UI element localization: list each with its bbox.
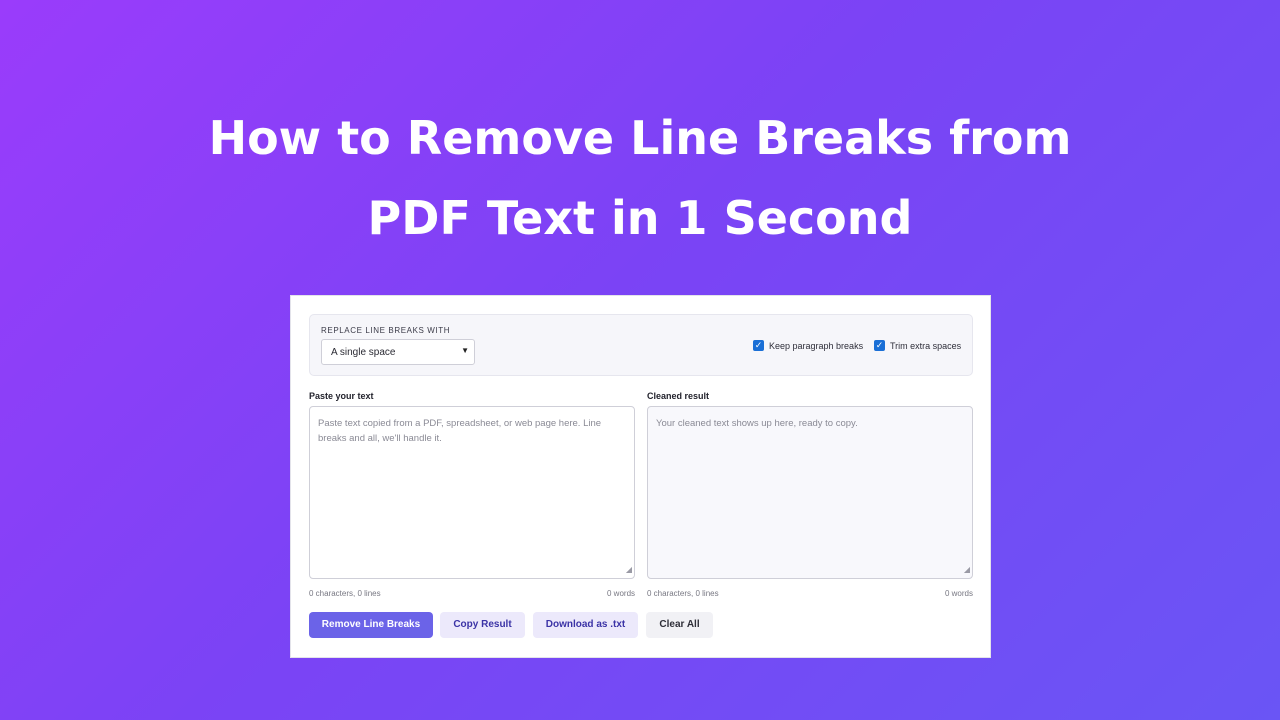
clear-all-button[interactable]: Clear All xyxy=(646,612,713,638)
output-char-count: 0 characters, 0 lines xyxy=(647,589,719,598)
output-textarea[interactable]: Your cleaned text shows up here, ready t… xyxy=(647,406,973,579)
input-char-count: 0 characters, 0 lines xyxy=(309,589,381,598)
chevron-down-icon: ▼ xyxy=(461,346,469,355)
resize-grip-icon[interactable]: ◢ xyxy=(964,562,970,577)
download-txt-button[interactable]: Download as .txt xyxy=(533,612,638,638)
keep-paragraph-label: Keep paragraph breaks xyxy=(769,340,864,351)
replace-select[interactable]: A single space ▼ xyxy=(321,339,475,365)
remove-line-breaks-button[interactable]: Remove Line Breaks xyxy=(309,612,433,638)
replace-select-value: A single space xyxy=(331,347,396,358)
tool-card: REPLACE LINE BREAKS WITH A single space … xyxy=(290,295,991,658)
copy-result-button[interactable]: Copy Result xyxy=(440,612,525,638)
options-panel: REPLACE LINE BREAKS WITH A single space … xyxy=(309,314,973,376)
trim-spaces-label: Trim extra spaces xyxy=(890,340,962,351)
headline: How to Remove Line Breaks from PDF Text … xyxy=(0,98,1280,258)
replace-label: REPLACE LINE BREAKS WITH xyxy=(321,326,451,335)
input-label: Paste your text xyxy=(309,391,374,401)
output-word-count: 0 words xyxy=(944,589,973,598)
input-placeholder: Paste text copied from a PDF, spreadshee… xyxy=(318,418,602,444)
input-word-count: 0 words xyxy=(607,589,636,598)
output-label: Cleaned result xyxy=(647,391,710,401)
keep-paragraph-option[interactable]: ✓ Keep paragraph breaks xyxy=(753,340,863,351)
trim-spaces-option[interactable]: ✓ Trim extra spaces xyxy=(874,340,961,351)
headline-line-2: PDF Text in 1 Second xyxy=(367,191,913,245)
output-placeholder: Your cleaned text shows up here, ready t… xyxy=(656,418,858,429)
trim-spaces-checkbox[interactable]: ✓ xyxy=(874,340,885,351)
headline-line-1: How to Remove Line Breaks from xyxy=(208,111,1072,165)
keep-paragraph-checkbox[interactable]: ✓ xyxy=(753,340,764,351)
input-textarea[interactable]: Paste text copied from a PDF, spreadshee… xyxy=(309,406,635,579)
resize-grip-icon[interactable]: ◢ xyxy=(626,562,632,577)
